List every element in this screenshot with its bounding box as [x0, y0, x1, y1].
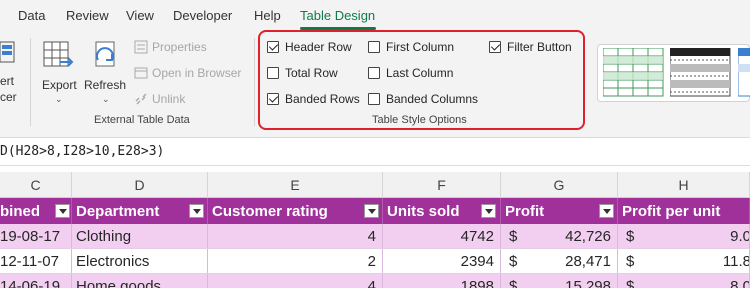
browser-icon [134, 67, 148, 79]
table-styles-gallery[interactable] [597, 44, 750, 102]
table-row: 12-11-07 Electronics 2 2394 $ 28,471 $ 1… [0, 249, 750, 274]
filter-dropdown-icon[interactable] [599, 204, 614, 218]
cell-rating[interactable]: 4 [208, 224, 383, 248]
chevron-down-icon: ⌄ [102, 94, 110, 104]
table-style-dark-thumbnail[interactable] [670, 48, 732, 98]
cell-profit[interactable]: $ 42,726 [501, 224, 618, 248]
column-header-g[interactable]: G [501, 172, 618, 198]
column-headers: C D E F G H [0, 172, 750, 198]
cell-profit-per-unit[interactable]: $ 8.0 [618, 274, 750, 288]
currency-symbol: $ [509, 227, 518, 245]
cell-date[interactable]: 19-08-17 [0, 224, 72, 248]
export-button[interactable]: Export ⌄ [38, 36, 80, 108]
slicer-icon [0, 41, 15, 63]
profit-value: 15,298 [565, 277, 611, 288]
cell-rating[interactable]: 2 [208, 249, 383, 273]
table-style-green-thumbnail[interactable] [603, 48, 665, 98]
header-cell-customer-rating[interactable]: Customer rating [208, 198, 383, 224]
currency-symbol: $ [509, 277, 518, 288]
profit-value: 42,726 [565, 227, 611, 245]
column-header-d[interactable]: D [72, 172, 208, 198]
filter-dropdown-icon[interactable] [481, 204, 496, 218]
tab-review[interactable]: Review [66, 8, 109, 23]
profit-value: 28,471 [565, 252, 611, 270]
cell-profit-per-unit[interactable]: $ 11.8 [618, 249, 750, 273]
table-header-row: bined Department Customer rating Units s… [0, 198, 750, 224]
menu-bar: Data Review View Developer Help Table De… [0, 0, 750, 32]
header-text: Customer rating [212, 202, 328, 220]
cell-units-sold[interactable]: 4742 [383, 224, 501, 248]
table-row: 19-08-17 Clothing 4 4742 $ 42,726 $ 9.0 [0, 224, 750, 249]
ribbon-separator [30, 38, 31, 126]
header-cell-combined[interactable]: bined [0, 198, 72, 224]
header-text: Department [76, 202, 160, 220]
unlink-icon [135, 93, 147, 105]
filter-dropdown-icon[interactable] [189, 204, 204, 218]
column-header-c[interactable]: C [0, 172, 72, 198]
cell-date[interactable]: 14-06-19 [0, 274, 72, 288]
filter-dropdown-icon[interactable] [55, 204, 70, 218]
cell-profit[interactable]: $ 28,471 [501, 249, 618, 273]
formula-text: D(H28>8,I28>10,E28>3) [0, 144, 165, 159]
highlight-box [258, 30, 585, 130]
cell-department[interactable]: Home goods [72, 274, 208, 288]
header-text: bined [0, 202, 40, 220]
tab-view[interactable]: View [126, 8, 154, 23]
properties-button[interactable]: Properties [152, 40, 207, 54]
refresh-icon [95, 41, 115, 67]
table-style-blue-thumbnail[interactable] [738, 48, 750, 98]
header-cell-units-sold[interactable]: Units sold [383, 198, 501, 224]
unlink-button[interactable]: Unlink [152, 92, 185, 106]
ppu-value: 8.0 [730, 277, 750, 288]
column-header-h[interactable]: H [618, 172, 750, 198]
cell-units-sold[interactable]: 2394 [383, 249, 501, 273]
filter-dropdown-icon[interactable] [364, 204, 379, 218]
tab-help[interactable]: Help [254, 8, 281, 23]
header-text: Profit [505, 202, 545, 220]
ribbon: ert cer Export ⌄ Refresh ⌄ Properties Op… [0, 30, 750, 138]
tab-developer[interactable]: Developer [173, 8, 232, 23]
cell-profit[interactable]: $ 15,298 [501, 274, 618, 288]
header-cell-department[interactable]: Department [72, 198, 208, 224]
header-cell-profit-per-unit[interactable]: Profit per unit [618, 198, 750, 224]
table-row: 14-06-19 Home goods 4 1898 $ 15,298 $ 8.… [0, 274, 750, 288]
column-header-e[interactable]: E [208, 172, 383, 198]
cell-profit-per-unit[interactable]: $ 9.0 [618, 224, 750, 248]
cell-rating[interactable]: 4 [208, 274, 383, 288]
header-cell-profit[interactable]: Profit [501, 198, 618, 224]
ppu-value: 9.0 [730, 227, 750, 245]
properties-icon [134, 40, 148, 54]
header-text: Profit per unit [622, 202, 721, 220]
cell-department[interactable]: Electronics [72, 249, 208, 273]
currency-symbol: $ [626, 277, 635, 288]
chevron-down-icon: ⌄ [55, 94, 63, 104]
column-header-f[interactable]: F [383, 172, 501, 198]
ribbon-separator [254, 38, 255, 126]
insert-slicer-label-1: ert [0, 74, 15, 88]
currency-symbol: $ [509, 252, 518, 270]
export-icon [43, 41, 74, 67]
tab-table-design[interactable]: Table Design [300, 8, 375, 23]
insert-slicer-button[interactable]: ert cer [0, 32, 22, 112]
external-table-data-group-label: External Table Data [94, 114, 190, 126]
formula-bar[interactable]: D(H28>8,I28>10,E28>3) [0, 138, 750, 166]
refresh-label: Refresh [84, 78, 127, 92]
currency-symbol: $ [626, 252, 635, 270]
tab-data[interactable]: Data [18, 8, 45, 23]
insert-slicer-label-2: cer [0, 90, 17, 104]
cell-units-sold[interactable]: 1898 [383, 274, 501, 288]
cell-department[interactable]: Clothing [72, 224, 208, 248]
cell-date[interactable]: 12-11-07 [0, 249, 72, 273]
open-in-browser-button[interactable]: Open in Browser [152, 66, 241, 80]
export-label: Export [42, 78, 77, 92]
header-text: Units sold [387, 202, 460, 220]
refresh-button[interactable]: Refresh ⌄ [82, 36, 126, 108]
currency-symbol: $ [626, 227, 635, 245]
ppu-value: 11.8 [722, 252, 750, 270]
